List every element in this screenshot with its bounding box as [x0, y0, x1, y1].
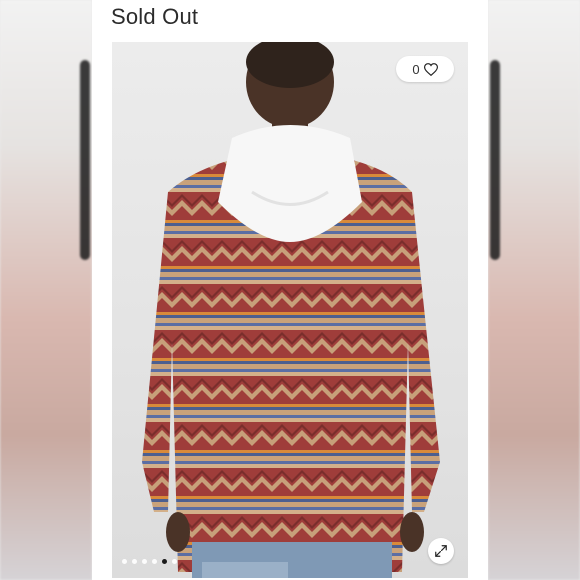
heart-icon [423, 62, 438, 76]
carousel-dot[interactable] [132, 559, 137, 564]
sold-out-label: Sold Out [111, 4, 199, 29]
blurred-background-right [488, 0, 580, 580]
product-image [142, 42, 440, 578]
product-photo[interactable]: 0 [112, 42, 468, 578]
carousel-dot-active[interactable] [162, 559, 167, 564]
carousel-dot[interactable] [142, 559, 147, 564]
carousel-dot[interactable] [122, 559, 127, 564]
expand-icon [435, 545, 447, 557]
carousel-dots [122, 559, 177, 564]
carousel-dot[interactable] [152, 559, 157, 564]
listing-card: Sold Out 0 [92, 0, 488, 580]
expand-image-button[interactable] [428, 538, 454, 564]
like-button[interactable]: 0 [396, 56, 454, 82]
blurred-background-left [0, 0, 92, 580]
like-count: 0 [412, 61, 420, 77]
carousel-dot[interactable] [172, 559, 177, 564]
